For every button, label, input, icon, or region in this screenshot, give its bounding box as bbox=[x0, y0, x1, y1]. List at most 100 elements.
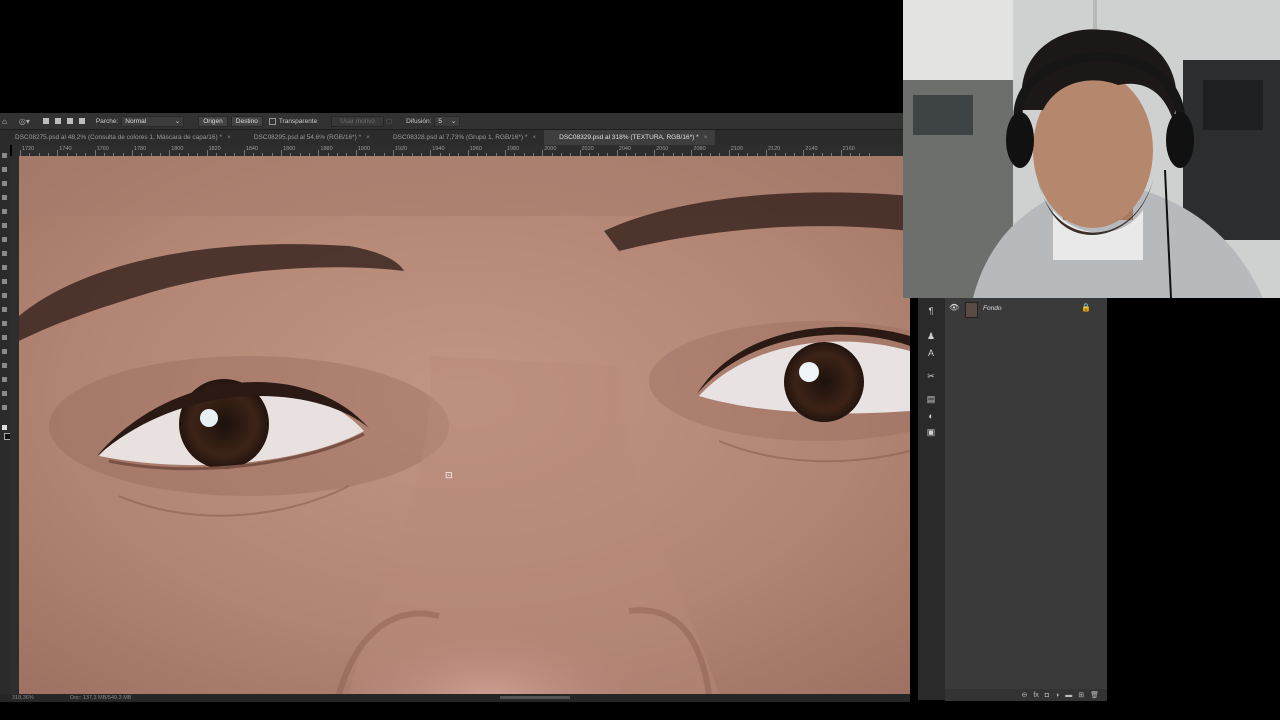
tab-document-4-active[interactable]: DSC08329.psd al 318% (TEXTURA, RGB/16*) … bbox=[544, 130, 716, 145]
face-photo bbox=[19, 156, 910, 694]
ruler-label: 1900 bbox=[357, 146, 370, 152]
eyedropper-tool-icon[interactable] bbox=[2, 209, 7, 214]
tools-panel bbox=[0, 145, 11, 694]
ruler-label: 2100 bbox=[730, 146, 743, 152]
properties-icon[interactable]: ▣ bbox=[926, 427, 936, 437]
subtract-selection-icon[interactable] bbox=[66, 118, 73, 124]
tab-label: DSC08295.psd al 54,6% (RGB/16*) * bbox=[253, 134, 362, 141]
layer-row-fondo[interactable]: 👁 Fondo 🔒 bbox=[945, 300, 1100, 318]
tab-document-1[interactable]: DSC08275.psd al 48,2% (Consulta de color… bbox=[0, 130, 239, 145]
checkbox-icon bbox=[268, 117, 276, 125]
layers-panel-footer: ⊖ fx ◘ ◑ ▬ ⊞ 🗑 bbox=[945, 689, 1107, 701]
status-bar: 318,36% Doc: 137,3 MB/549,3 MB bbox=[0, 694, 910, 702]
ruler-label: 1720 bbox=[22, 146, 35, 152]
layer-style-icon[interactable]: fx bbox=[1033, 692, 1038, 699]
foreground-color-swatch[interactable] bbox=[2, 425, 7, 430]
crop-tool-icon[interactable] bbox=[2, 195, 7, 200]
ruler-label: 1860 bbox=[283, 146, 296, 152]
ruler-label: 1880 bbox=[320, 146, 333, 152]
ruler-label: 1800 bbox=[171, 146, 184, 152]
lock-icon: 🔒 bbox=[1081, 303, 1091, 312]
ruler-label: 2160 bbox=[842, 146, 855, 152]
history-brush-icon[interactable] bbox=[2, 265, 7, 270]
link-layers-icon[interactable]: ⊖ bbox=[1021, 691, 1027, 699]
tab-label: DSC08328.psd al 7,73% (Grupo 1, RGB/16*)… bbox=[392, 134, 528, 141]
visibility-eye-icon[interactable]: 👁 bbox=[949, 303, 959, 312]
adjustment-layer-icon[interactable]: ◑ bbox=[1055, 692, 1059, 699]
close-icon[interactable]: × bbox=[227, 130, 231, 145]
close-icon[interactable]: × bbox=[366, 130, 370, 145]
use-pattern-button[interactable]: Usar motivo bbox=[331, 115, 384, 127]
pattern-picker-icon[interactable]: ▢ bbox=[386, 117, 392, 125]
diffusion-select[interactable]: 5 ⌄ bbox=[434, 115, 461, 127]
chevron-down-icon: ⌄ bbox=[174, 117, 181, 125]
lasso-tool-icon[interactable] bbox=[2, 181, 7, 186]
paragraph-icon[interactable]: ¶ bbox=[926, 306, 936, 316]
marquee-tool-icon[interactable] bbox=[2, 167, 7, 172]
libraries-icon[interactable]: ▤ bbox=[926, 394, 936, 404]
diffusion-value: 5 bbox=[438, 117, 442, 125]
ruler-label: 2140 bbox=[805, 146, 818, 152]
tab-label: DSC08275.psd al 48,2% (Consulta de color… bbox=[15, 134, 223, 141]
close-icon[interactable]: × bbox=[532, 130, 536, 145]
ruler-label: 1840 bbox=[245, 146, 259, 152]
type-tool-icon[interactable] bbox=[2, 349, 7, 354]
selection-mode-group bbox=[40, 118, 88, 124]
layer-thumbnail bbox=[965, 302, 978, 318]
zoom-readout[interactable]: 318,36% bbox=[12, 695, 34, 701]
move-tool-icon[interactable] bbox=[2, 153, 7, 158]
brush-tool-icon[interactable] bbox=[2, 237, 7, 242]
patch-label: Parche: bbox=[95, 117, 119, 125]
tab-label: DSC08329.psd al 318% (TEXTURA, RGB/16*) … bbox=[559, 134, 699, 141]
zoom-tool-icon[interactable] bbox=[2, 405, 7, 410]
healing-tool-icon[interactable] bbox=[2, 223, 7, 228]
clone-source-icon[interactable]: ♟ bbox=[926, 331, 936, 341]
webcam-video bbox=[903, 0, 1280, 298]
ruler-label: 1960 bbox=[469, 146, 482, 152]
blur-tool-icon[interactable] bbox=[2, 307, 7, 312]
patch-tool-preset-icon[interactable]: ◎▾ bbox=[19, 117, 30, 126]
pen-tool-icon[interactable] bbox=[2, 335, 7, 340]
delete-layer-icon[interactable]: 🗑 bbox=[1090, 691, 1099, 699]
vertical-ruler[interactable] bbox=[10, 156, 19, 694]
add-mask-icon[interactable]: ◘ bbox=[1045, 692, 1049, 699]
ruler-label: 1760 bbox=[96, 146, 109, 152]
hand-tool-icon[interactable] bbox=[2, 391, 7, 396]
intersect-selection-icon[interactable] bbox=[78, 118, 85, 124]
dodge-tool-icon[interactable] bbox=[2, 321, 7, 326]
ruler-label: 1940 bbox=[432, 146, 445, 152]
close-icon[interactable]: × bbox=[704, 130, 708, 145]
add-selection-icon[interactable] bbox=[54, 118, 61, 124]
patch-mode-value: Normal bbox=[125, 117, 147, 125]
new-group-icon[interactable]: ▬ bbox=[1065, 692, 1072, 699]
ruler-label: 1780 bbox=[133, 146, 147, 152]
eraser-tool-icon[interactable] bbox=[2, 279, 7, 284]
patch-mode-select[interactable]: Normal ⌄ bbox=[121, 115, 185, 127]
character-icon[interactable]: A bbox=[926, 348, 936, 358]
image-canvas[interactable]: ⊡ bbox=[19, 156, 910, 694]
home-icon[interactable]: ⌂ bbox=[2, 117, 7, 126]
shape-tool-icon[interactable] bbox=[2, 377, 7, 382]
tool-presets-icon[interactable]: ✂ bbox=[926, 371, 936, 381]
new-layer-icon[interactable]: ⊞ bbox=[1078, 691, 1084, 699]
ruler-label: 1920 bbox=[395, 146, 408, 152]
layers-panel bbox=[945, 298, 1107, 700]
ruler-label: 1980 bbox=[506, 146, 520, 152]
destination-button[interactable]: Destino bbox=[230, 115, 263, 127]
transparent-checkbox[interactable]: Transparente bbox=[268, 117, 317, 125]
tab-document-2[interactable]: DSC08295.psd al 54,6% (RGB/16*) * × bbox=[239, 130, 378, 145]
new-selection-icon[interactable] bbox=[42, 118, 49, 124]
panel-icons-column: ¶ ♟ A ✂ ▤ ◐ ▣ bbox=[918, 298, 946, 700]
ruler-label: 2060 bbox=[656, 146, 669, 152]
horizontal-scrollbar[interactable] bbox=[500, 696, 570, 699]
options-bar: ⌂ ◎▾ Parche: Normal ⌄ Origen Destino Tra… bbox=[0, 113, 903, 130]
ruler-label: 2000 bbox=[544, 146, 557, 152]
clone-tool-icon[interactable] bbox=[2, 251, 7, 256]
tab-document-3[interactable]: DSC08328.psd al 7,73% (Grupo 1, RGB/16*)… bbox=[378, 130, 544, 145]
source-button[interactable]: Origen bbox=[198, 115, 228, 127]
path-select-icon[interactable] bbox=[2, 363, 7, 368]
adjustments-icon[interactable]: ◐ bbox=[926, 411, 936, 421]
gradient-tool-icon[interactable] bbox=[2, 293, 7, 298]
layer-name[interactable]: Fondo bbox=[983, 305, 1001, 312]
ruler-label: 1740 bbox=[59, 146, 72, 152]
